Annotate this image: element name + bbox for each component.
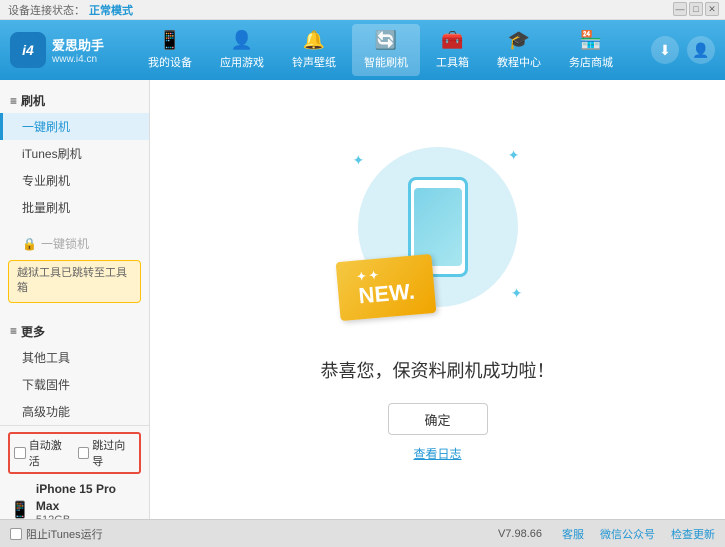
device-icon: 📱 [159, 30, 181, 51]
auto-row: 自动激活 跳过向导 [8, 432, 141, 474]
sidebar-notice: 越狱工具已跳转至工具箱 [8, 260, 141, 303]
sidebar-item-itunes-flash[interactable]: iTunes刷机 [0, 140, 149, 167]
download-button[interactable]: ⬇ [651, 36, 679, 64]
itunes-checkbox[interactable]: 阻止iTunes运行 [10, 526, 103, 542]
new-banner: ✦ ✦ NEW. [335, 254, 436, 321]
view-log-link[interactable]: 查看日志 [413, 445, 461, 462]
version-text: V7.98.66 [498, 528, 542, 540]
sidebar-item-batch-flash[interactable]: 批量刷机 [0, 194, 149, 221]
content-area: ✦ ✦ ✦ ✦ ✦ NEW. 恭喜您，保资料刷机成功啦！ 确定 查看日志 [150, 80, 725, 519]
win-controls: — □ ✕ [673, 2, 719, 16]
tab-tutorial[interactable]: 🎓 教程中心 [485, 24, 553, 76]
win-close[interactable]: ✕ [705, 2, 719, 16]
logo-text: 爱思助手 www.i4.cn [52, 35, 104, 65]
connect-status: 正常模式 [89, 2, 133, 18]
skip-guide-check[interactable] [78, 447, 90, 459]
status-item-wechat[interactable]: 微信公众号 [600, 526, 655, 542]
status-item-official[interactable]: 客服 [562, 526, 584, 542]
itunes-bar: 阻止iTunes运行 V7.98.66 客服 微信公众号 检查更新 [0, 519, 725, 547]
tab-smart-flash[interactable]: 🔄 智能刷机 [352, 24, 420, 76]
auto-activate-check[interactable] [14, 447, 26, 459]
logo: i4 爱思助手 www.i4.cn [10, 32, 110, 68]
store-icon: 🏪 [580, 30, 602, 51]
ringtones-icon: 🔔 [303, 30, 325, 51]
lock-icon: 🔒 [22, 237, 37, 251]
logo-icon: i4 [10, 32, 46, 68]
sidebar-item-other-tools[interactable]: 其他工具 [0, 344, 149, 371]
itunes-check-box[interactable] [10, 528, 22, 540]
toolbox-icon: 🧰 [441, 30, 463, 51]
sidebar-item-advanced[interactable]: 高级功能 [0, 398, 149, 425]
header: i4 爱思助手 www.i4.cn 📱 我的设备 👤 应用游戏 🔔 铃声壁纸 🔄… [0, 20, 725, 80]
apps-icon: 👤 [231, 30, 253, 51]
flash-section-header: ≡ 刷机 [0, 88, 149, 113]
status-item-update[interactable]: 检查更新 [671, 526, 715, 542]
tab-ringtones[interactable]: 🔔 铃声壁纸 [280, 24, 348, 76]
success-text: 恭喜您，保资料刷机成功啦！ [321, 357, 555, 383]
account-button[interactable]: 👤 [687, 36, 715, 64]
sidebar: ≡ 刷机 一键刷机 iTunes刷机 专业刷机 批量刷机 🔒 一键锁机 越狱工具… [0, 80, 150, 519]
device-name: iPhone 15 Pro Max [36, 481, 139, 515]
auto-activate-checkbox[interactable]: 自动激活 [14, 437, 72, 469]
sidebar-item-one-key-flash[interactable]: 一键刷机 [0, 113, 149, 140]
sparkle-icon-tr: ✦ [508, 147, 520, 164]
more-section-header: ≡ 更多 [0, 317, 149, 344]
sparkle-icon-tl: ✦ [353, 152, 365, 169]
top-status: 设备连接状态： 正常模式 [8, 2, 133, 18]
sparkle-icon-br: ✦ [511, 285, 523, 302]
download-icon: ⬇ [659, 42, 671, 59]
win-maximize[interactable]: □ [689, 2, 703, 16]
account-icon: 👤 [692, 42, 709, 59]
tab-apps[interactable]: 👤 应用游戏 [208, 24, 276, 76]
confirm-button[interactable]: 确定 [388, 403, 488, 435]
connect-prefix: 设备连接状态： [8, 2, 85, 18]
sidebar-item-download-firmware[interactable]: 下载固件 [0, 371, 149, 398]
phone-illustration: ✦ ✦ ✦ ✦ ✦ NEW. [348, 137, 528, 337]
phone-icon: 📱 [10, 500, 30, 520]
tab-store[interactable]: 🏪 务店商城 [557, 24, 625, 76]
tab-toolbox[interactable]: 🧰 工具箱 [424, 24, 481, 76]
flash-icon: 🔄 [375, 30, 397, 51]
flash-section-icon: ≡ [10, 94, 17, 108]
tab-my-device[interactable]: 📱 我的设备 [136, 24, 204, 76]
main-area: ≡ 刷机 一键刷机 iTunes刷机 专业刷机 批量刷机 🔒 一键锁机 越狱工具… [0, 80, 725, 519]
win-minimize[interactable]: — [673, 2, 687, 16]
bottom-area: 阻止iTunes运行 V7.98.66 客服 微信公众号 检查更新 [0, 519, 725, 547]
tutorial-icon: 🎓 [508, 30, 530, 51]
nav-tabs: 📱 我的设备 👤 应用游戏 🔔 铃声壁纸 🔄 智能刷机 🧰 工具箱 🎓 教程中心… [110, 24, 651, 76]
sidebar-item-pro-flash[interactable]: 专业刷机 [0, 167, 149, 194]
header-right: ⬇ 👤 [651, 36, 715, 64]
sidebar-item-disabled: 🔒 一键锁机 [0, 231, 149, 256]
skip-guide-checkbox[interactable]: 跳过向导 [78, 437, 136, 469]
window-titlebar: 设备连接状态： 正常模式 — □ ✕ [0, 0, 725, 20]
more-section-icon: ≡ [10, 324, 17, 338]
